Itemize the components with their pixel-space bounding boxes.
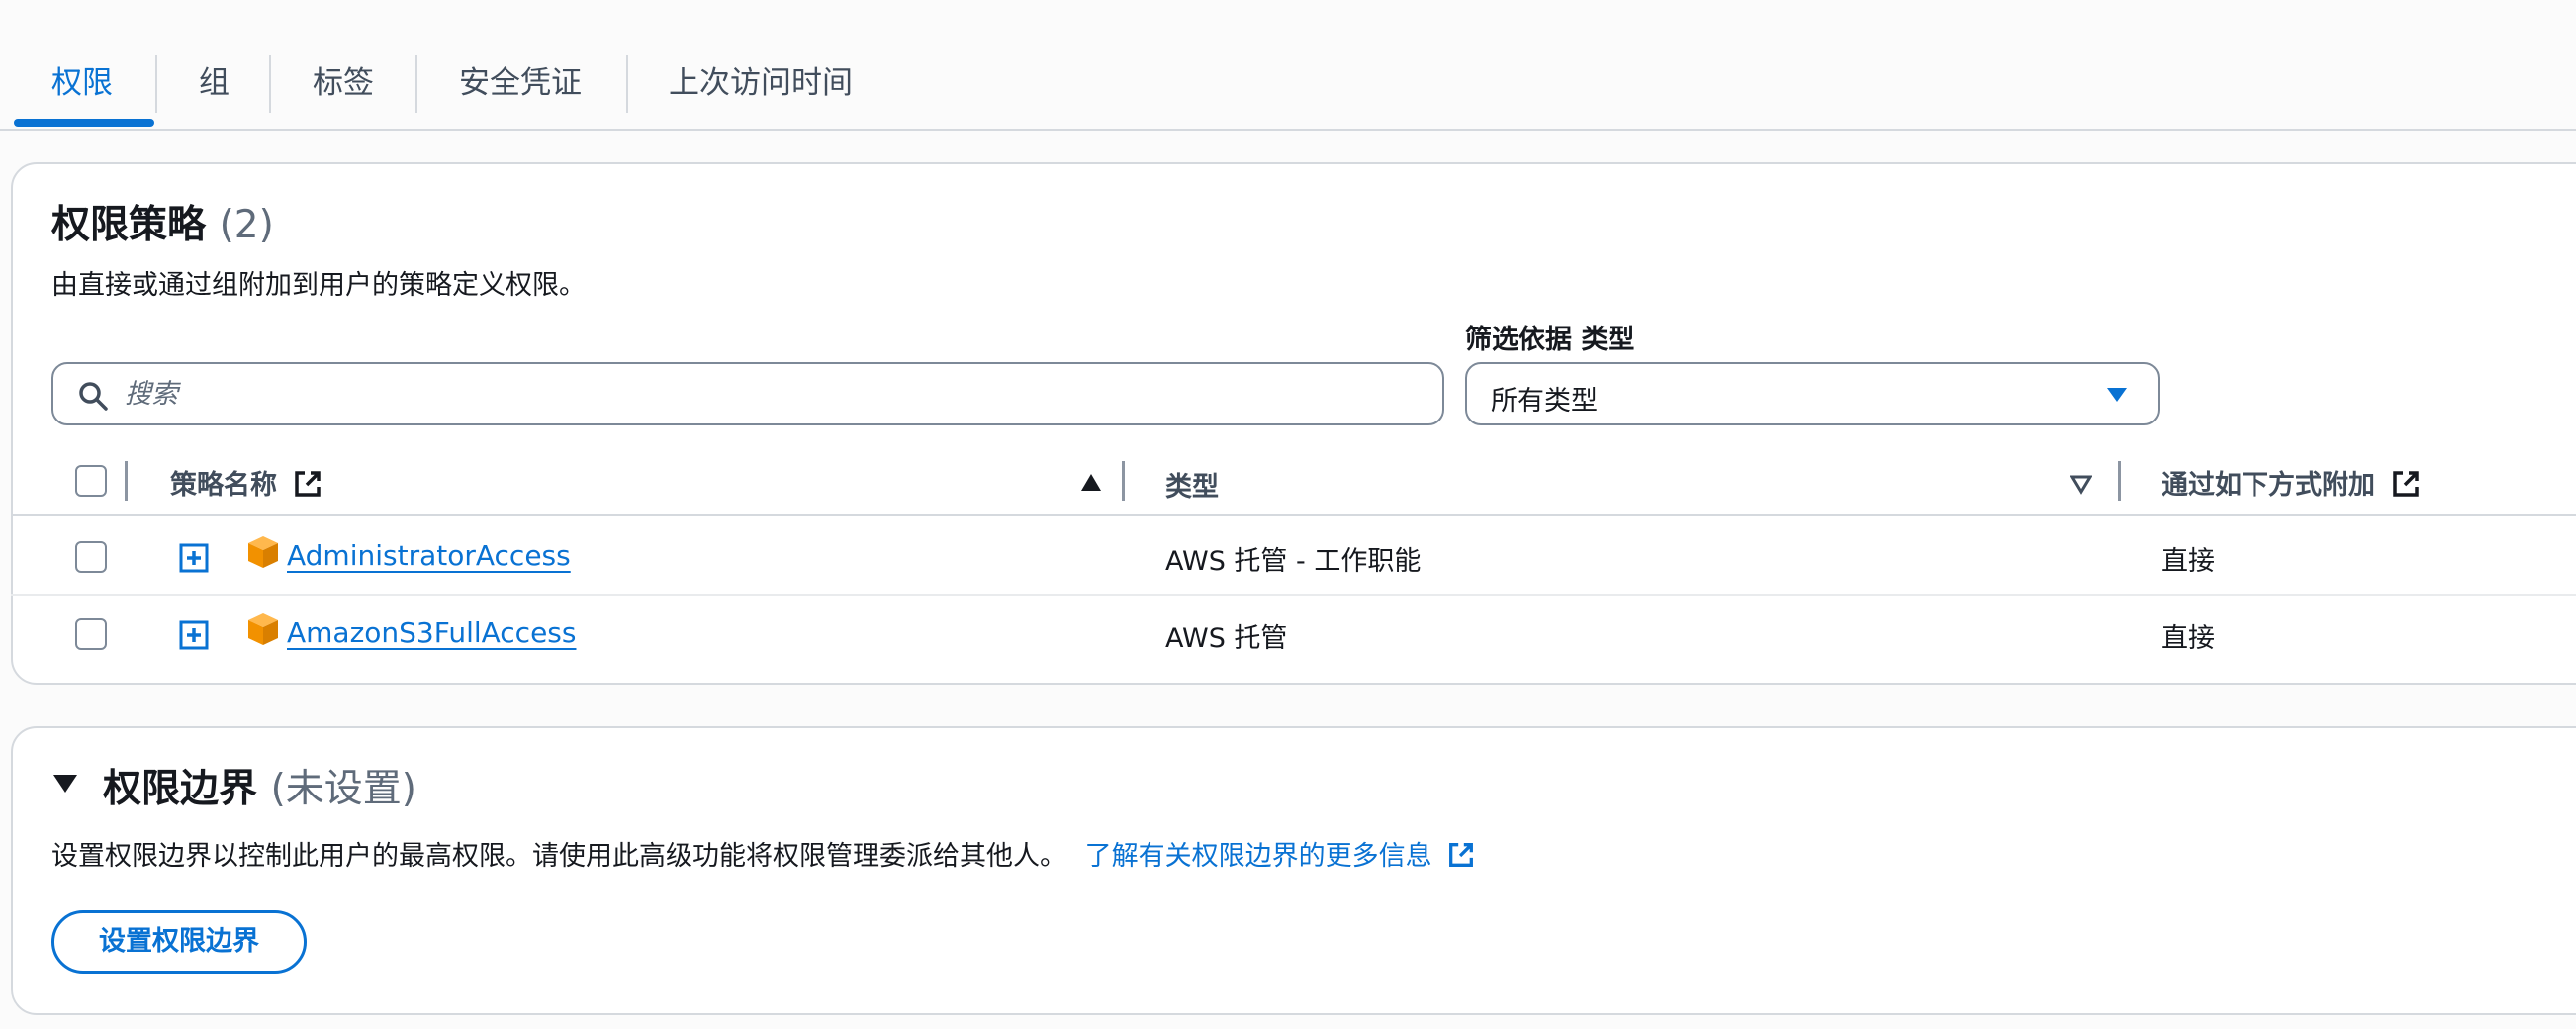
sort-ascending-icon[interactable]: [1080, 473, 1102, 493]
tab-separator: [626, 55, 628, 113]
attached-via: 直接: [2162, 546, 2215, 577]
boundary-status: (未设置): [270, 767, 417, 811]
learn-more-label: 了解有关权限边界的更多信息: [1084, 841, 1432, 872]
expand-icon[interactable]: [178, 542, 210, 574]
permission-policies-heading: 权限策略 (2): [51, 194, 274, 249]
policy-link[interactable]: AmazonS3FullAccess: [287, 616, 576, 649]
row-checkbox[interactable]: [75, 541, 107, 573]
search-box[interactable]: [51, 362, 1444, 425]
tab-bar: 权限 组 标签 安全凭证 上次访问时间: [0, 0, 2576, 131]
section-title: 权限边界: [103, 767, 258, 811]
expand-icon[interactable]: [178, 619, 210, 651]
table-header: 策略名称 类型 通过如下方式附加: [11, 447, 2576, 516]
column-label: 策略名称: [170, 470, 277, 501]
tab-groups[interactable]: 组: [199, 55, 230, 115]
boundary-description-text: 设置权限边界以控制此用户的最高权限。请使用此高级功能将权限管理委派给其他人。: [51, 841, 1066, 872]
column-label: 通过如下方式附加: [2162, 470, 2375, 501]
select-all-checkbox[interactable]: [75, 465, 107, 497]
external-link-icon: [1449, 842, 1474, 867]
external-link-icon: [295, 470, 322, 497]
type-filter-select[interactable]: 所有类型: [1465, 362, 2160, 425]
set-permissions-boundary-button[interactable]: 设置权限边界: [51, 910, 307, 974]
learn-more-link[interactable]: 了解有关权限边界的更多信息: [1085, 841, 1477, 872]
aws-managed-policy-icon: [248, 536, 278, 568]
type-filter-value: 所有类型: [1491, 386, 1598, 417]
row-checkbox[interactable]: [75, 618, 107, 650]
tab-last-accessed[interactable]: 上次访问时间: [669, 55, 853, 115]
policy-count: (2): [219, 203, 274, 247]
collapse-caret-icon[interactable]: [51, 772, 79, 795]
sort-icon[interactable]: [2070, 475, 2092, 495]
search-input[interactable]: [125, 374, 1411, 414]
tab-separator: [155, 55, 157, 113]
search-icon: [79, 382, 108, 411]
active-tab-indicator: [14, 119, 154, 127]
policy-type: AWS 托管: [1165, 623, 1288, 654]
column-header-type[interactable]: 类型: [1165, 465, 1219, 504]
column-header-policy-name[interactable]: 策略名称: [170, 463, 323, 502]
policy-link[interactable]: AdministratorAccess: [287, 539, 571, 572]
column-separator[interactable]: [2118, 461, 2121, 501]
tab-tags[interactable]: 标签: [313, 55, 374, 115]
external-link-icon: [2393, 470, 2420, 497]
tab-separator: [269, 55, 271, 113]
section-title: 权限策略: [51, 203, 207, 247]
column-header-attached-via[interactable]: 通过如下方式附加: [2162, 463, 2422, 502]
boundary-description: 设置权限边界以控制此用户的最高权限。请使用此高级功能将权限管理委派给其他人。 了…: [51, 834, 1476, 873]
caret-down-icon: [2107, 388, 2127, 402]
column-separator[interactable]: [125, 461, 128, 501]
filter-label: 筛选依据 类型: [1465, 325, 1635, 355]
tab-security-credentials[interactable]: 安全凭证: [459, 55, 582, 115]
attached-via: 直接: [2162, 623, 2215, 654]
column-separator[interactable]: [1122, 461, 1125, 501]
tab-separator: [415, 55, 417, 113]
policy-type: AWS 托管 - 工作职能: [1165, 546, 1422, 577]
tab-permissions[interactable]: 权限: [51, 55, 113, 115]
section-description: 由直接或通过组附加到用户的策略定义权限。: [51, 270, 586, 301]
aws-managed-policy-icon: [248, 613, 278, 645]
permissions-boundary-heading[interactable]: 权限边界 (未设置): [103, 758, 416, 813]
table-row: AdministratorAccess AWS 托管 - 工作职能 直接: [11, 518, 2576, 596]
table-row: AmazonS3FullAccess AWS 托管 直接: [11, 598, 2576, 675]
